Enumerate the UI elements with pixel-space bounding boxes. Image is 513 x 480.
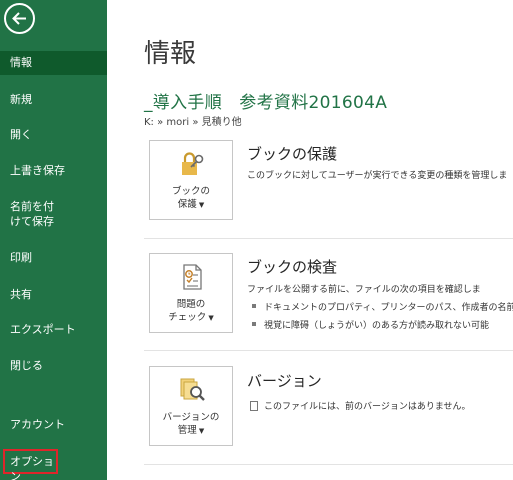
chevron-down-icon: ▼: [198, 201, 205, 209]
backstage-main: 情報 _導入手順 参考資料201604A K: » mori » 見積り他 ブッ…: [107, 0, 513, 480]
nav-item-open[interactable]: 開く: [0, 127, 107, 142]
inspect-description: ファイルを公開する前に、ファイルの次の項目を確認しま: [247, 285, 481, 295]
inspect-bullet: ドキュメントのプロパティ、プリンターのパス、作成者の名前: [252, 300, 513, 313]
lock-key-icon: [182, 152, 204, 175]
versions-label-line2: 管理: [177, 425, 197, 436]
chevron-down-icon: ▼: [208, 314, 214, 322]
nav-item-close[interactable]: 閉じる: [0, 358, 107, 373]
section-divider: [144, 350, 513, 351]
protect-label-line2: 保護: [177, 199, 197, 210]
protect-title: ブックの保護: [247, 145, 338, 163]
nav-item-save-as[interactable]: 名前を付けて保存: [0, 199, 60, 229]
nav-item-share[interactable]: 共有: [0, 287, 107, 302]
arrow-left-icon: [12, 12, 26, 25]
back-button[interactable]: [4, 3, 35, 34]
section-divider: [144, 464, 513, 465]
inspect-bullet: 視覚に障碍（しょうがい）のある方が読み取れない可能: [252, 318, 513, 331]
file-name: _導入手順 参考資料201604A: [144, 93, 388, 113]
chevron-down-icon: ▼: [198, 427, 205, 435]
check-for-issues-button[interactable]: 問題の チェック ▼: [149, 253, 233, 333]
inspect-label-line2: チェック: [168, 312, 207, 323]
nav-item-account[interactable]: アカウント: [0, 417, 107, 432]
nav-item-print[interactable]: 印刷: [0, 250, 107, 265]
document-icon: [250, 401, 258, 411]
nav-item-options[interactable]: オプション: [3, 449, 58, 480]
nav-item-save[interactable]: 上書き保存: [0, 163, 107, 178]
versions-title: バージョン: [247, 372, 322, 390]
versions-status: このファイルには、前のバージョンはありません。: [250, 399, 471, 412]
protect-label-line1: ブックの: [171, 186, 210, 197]
nav-item-new[interactable]: 新規: [0, 92, 107, 107]
section-divider: [144, 238, 513, 239]
inspect-label-line1: 問題の: [176, 299, 206, 310]
document-inspect-icon: [183, 264, 202, 290]
protect-description: このブックに対してユーザーが実行できる変更の種類を管理しま: [247, 171, 508, 181]
inspect-title: ブックの検査: [247, 258, 338, 276]
versions-label-line1: バージョンの: [162, 412, 220, 423]
nav-item-export[interactable]: エクスポート: [0, 322, 107, 337]
backstage-sidebar: 情報 新規 開く 上書き保存 名前を付けて保存 印刷 共有 エクスポート 閉じる…: [0, 0, 107, 480]
versions-search-icon: [180, 378, 205, 401]
nav-item-info[interactable]: 情報: [0, 51, 107, 75]
manage-versions-button[interactable]: バージョンの 管理 ▼: [149, 366, 233, 446]
protect-workbook-button[interactable]: ブックの 保護 ▼: [149, 140, 233, 220]
file-path[interactable]: K: » mori » 見積り他: [144, 113, 242, 128]
page-title: 情報: [144, 39, 197, 69]
